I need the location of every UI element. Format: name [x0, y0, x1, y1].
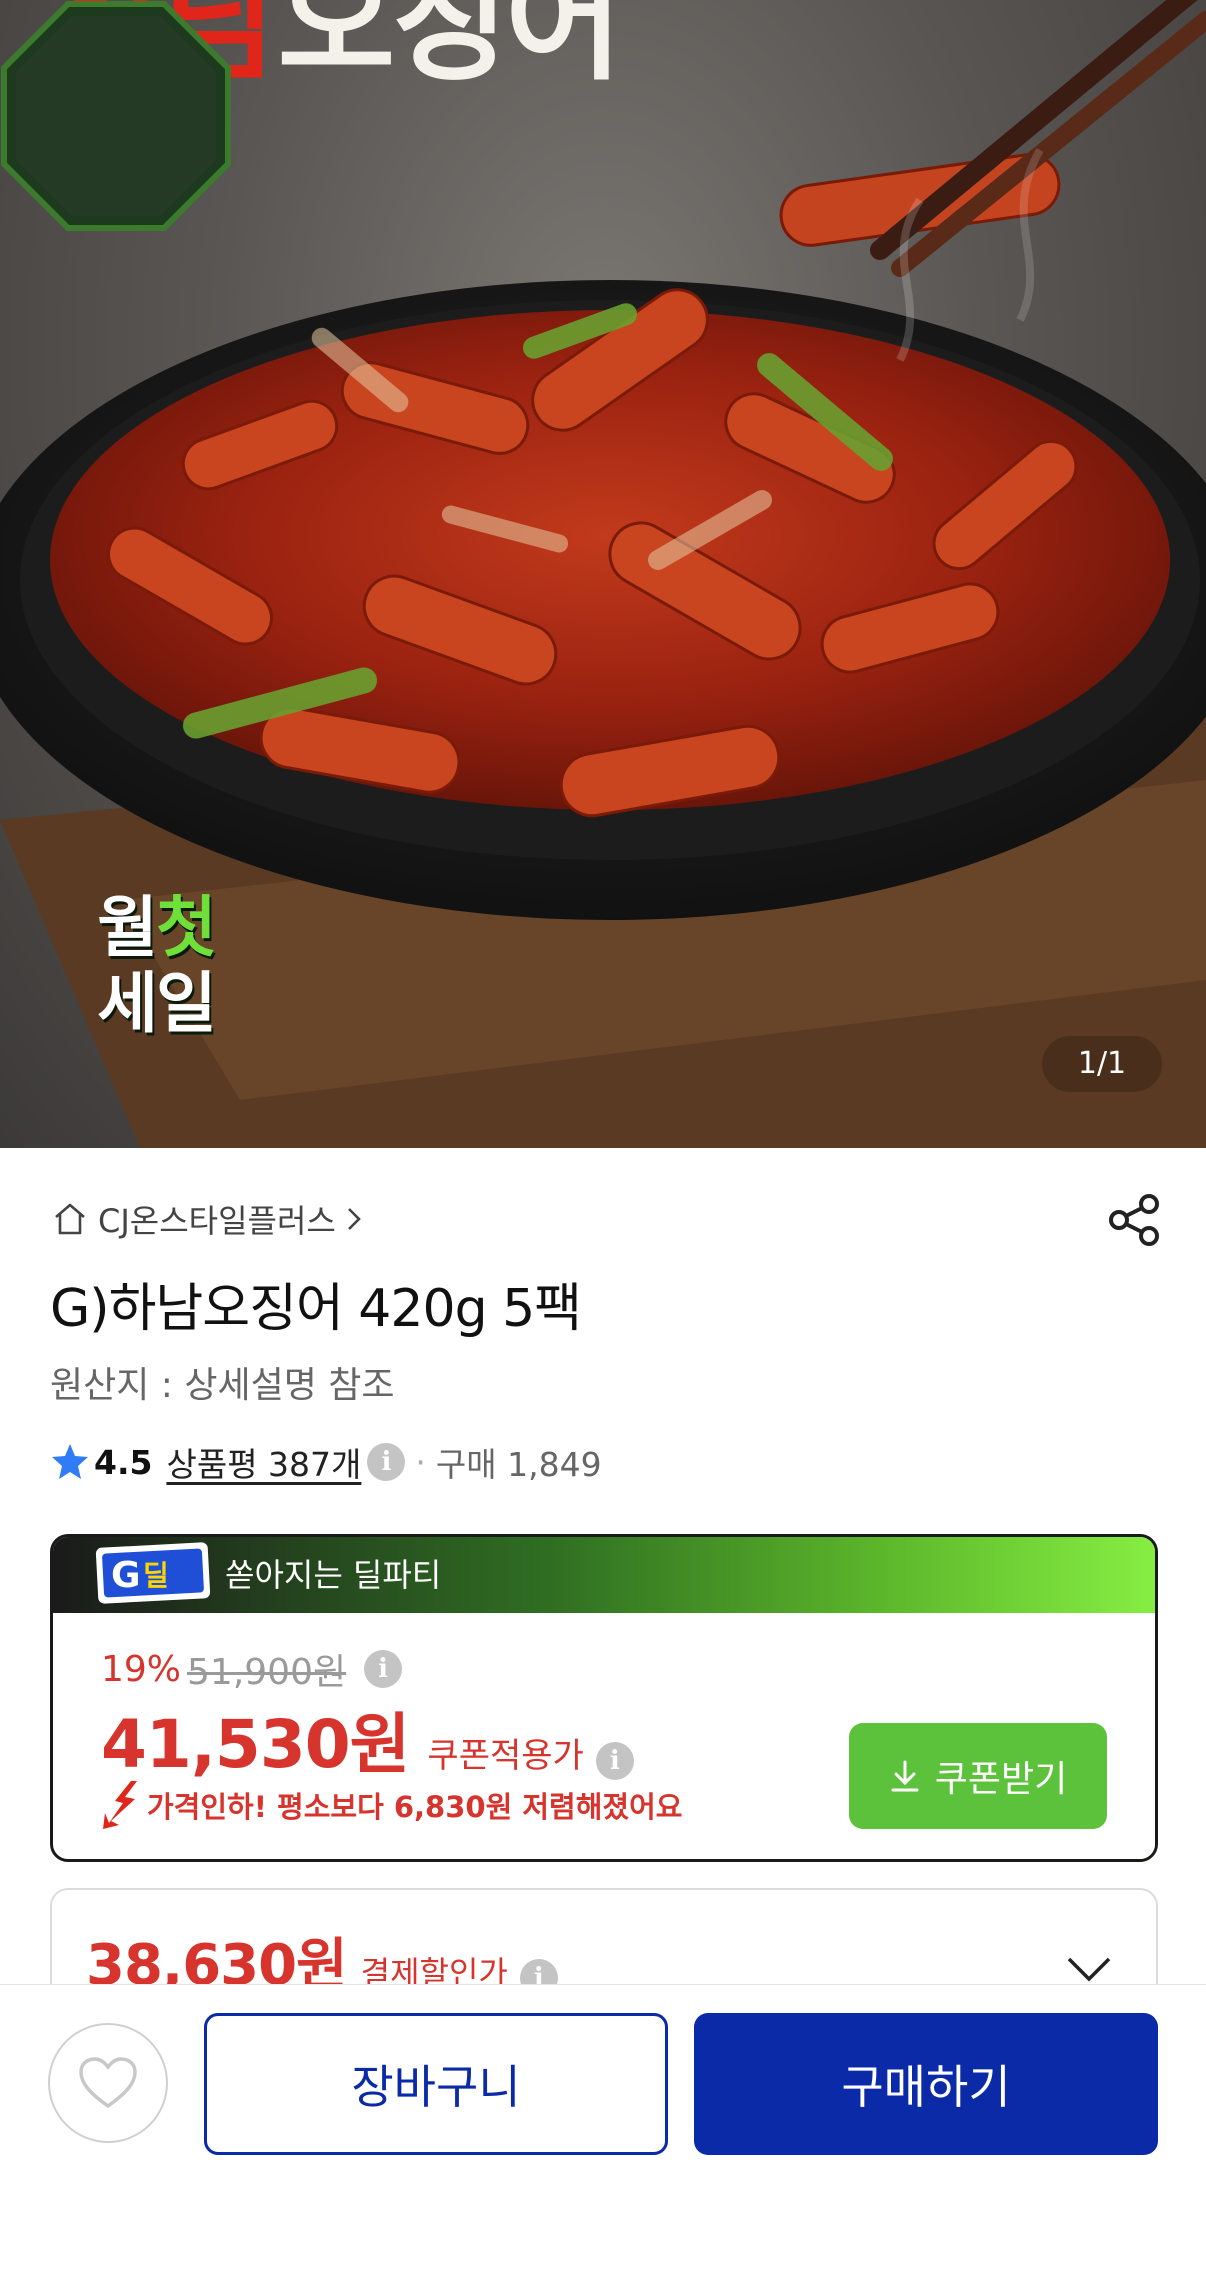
get-coupon-button[interactable]: 쿠폰받기: [849, 1723, 1107, 1829]
get-coupon-label: 쿠폰받기: [934, 1758, 1068, 1799]
discount-percent: 19%: [101, 1648, 182, 1690]
wishlist-button[interactable]: [48, 2023, 168, 2143]
gdeal-logo-icon: G 딜: [95, 1542, 211, 1604]
sale-badge-text: 월첫 세일: [40, 890, 272, 1042]
badge-text-1a: 월: [97, 889, 158, 966]
badge-text-1b: 첫: [156, 889, 217, 966]
discount-row: 19% 51,900원 i: [101, 1643, 403, 1695]
product-origin: 원산지 : 상세설명 참조: [50, 1365, 395, 1406]
review-info-icon[interactable]: i: [367, 1443, 406, 1481]
review-link[interactable]: 상품평 387개: [166, 1438, 361, 1486]
svg-text:딜: 딜: [143, 1559, 169, 1592]
coupon-info-icon[interactable]: i: [595, 1742, 634, 1780]
image-counter: 1/1: [1042, 1036, 1162, 1092]
deal-banner: G 딜 쏟아지는 딜파티: [53, 1537, 1155, 1613]
share-icon[interactable]: [1104, 1190, 1164, 1250]
svg-text:G: G: [111, 1555, 141, 1596]
deal-card: G 딜 쏟아지는 딜파티 19% 51,900원 i 41,530원 쿠폰적용가…: [50, 1534, 1158, 1862]
chevron-right-icon: [347, 1208, 361, 1230]
separator-dot: ·: [415, 1442, 426, 1482]
store-link[interactable]: CJ온스타일플러스: [50, 1196, 364, 1242]
rating-row: 4.5 상품평 387개 i · 구매 1,849: [50, 1436, 602, 1488]
coupon-price-row: 41,530원 쿠폰적용가 i: [101, 1691, 634, 1787]
coupon-price-label: 쿠폰적용가: [427, 1736, 584, 1776]
home-icon: [55, 1203, 85, 1235]
add-to-cart-button[interactable]: 장바구니: [204, 2013, 668, 2155]
price-cut-notice: 가격인하! 평소보다 6,830원 저렴해졌어요: [101, 1779, 682, 1831]
bottom-action-bar: 장바구니 구매하기: [0, 1984, 1206, 2280]
price-cut-text: 가격인하! 평소보다 6,830원 저렴해졌어요: [147, 1790, 683, 1824]
purchase-count: 구매 1,849: [435, 1445, 602, 1484]
product-title: G)하남오징어 420g 5팩: [50, 1279, 582, 1339]
buy-now-button[interactable]: 구매하기: [694, 2013, 1158, 2155]
star-icon: [52, 1444, 88, 1479]
chevron-down-icon[interactable]: [1066, 1956, 1112, 1982]
badge-text-2: 세일: [97, 965, 216, 1042]
sale-badge-icon: [1, 1, 231, 231]
original-price: 51,900원: [187, 1652, 347, 1693]
hero-title-white: 오징어: [277, 0, 623, 98]
deal-body: 19% 51,900원 i 41,530원 쿠폰적용가 i 가격인하! 평소보다…: [53, 1613, 1155, 1859]
rating-value: 4.5: [94, 1442, 153, 1482]
heart-icon: [79, 2057, 137, 2109]
coupon-price: 41,530원: [101, 1706, 410, 1783]
download-icon: [891, 1760, 919, 1792]
price-down-arrow-icon: [103, 1781, 137, 1829]
deal-banner-text: 쏟아지는 딜파티: [225, 1556, 442, 1594]
price-info-icon[interactable]: i: [364, 1650, 403, 1688]
store-name: CJ온스타일플러스: [98, 1202, 336, 1240]
product-image[interactable]: 하남오징어 월첫 세일 1/1: [0, 0, 1206, 1148]
